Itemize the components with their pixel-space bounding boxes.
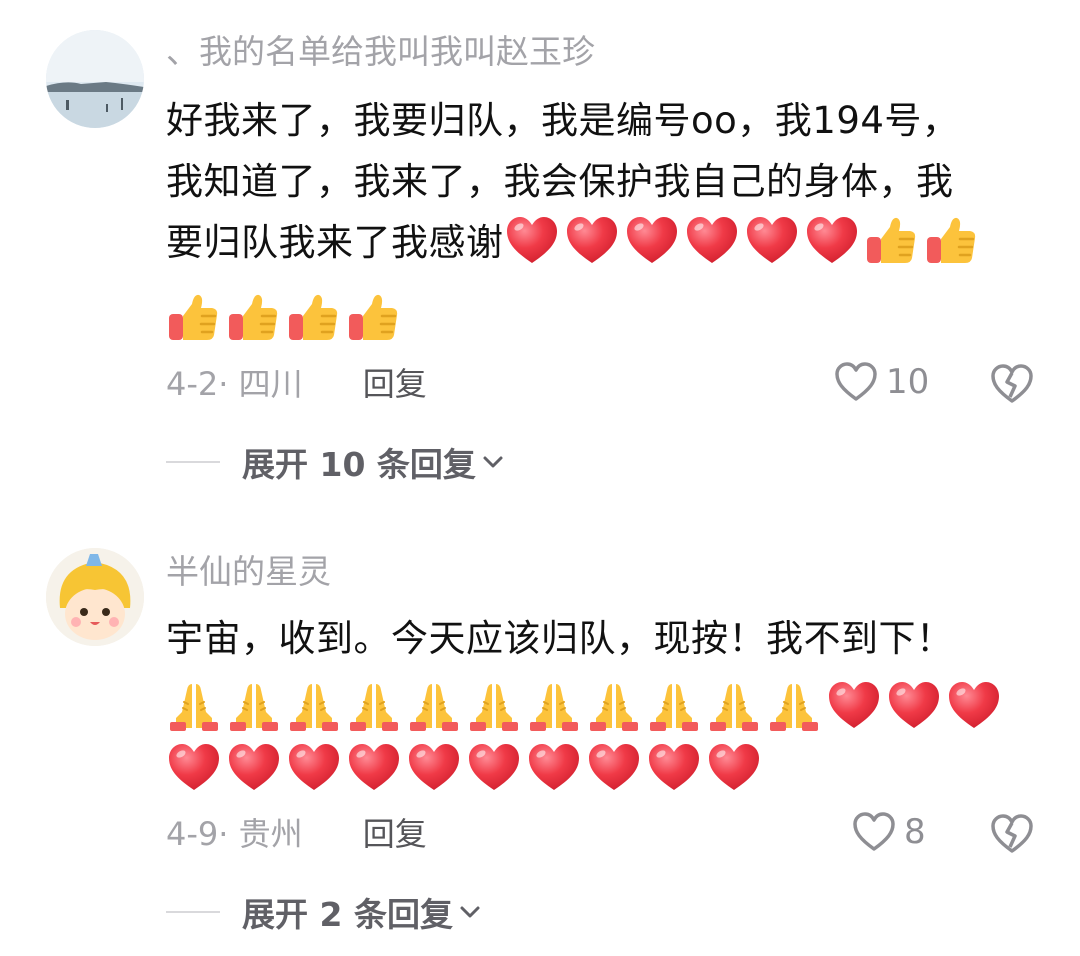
- heart-emoji-icon: [346, 740, 402, 796]
- heart-emoji-icon: [946, 678, 1002, 734]
- username[interactable]: 、我的名单给我叫我叫赵玉珍: [166, 32, 595, 72]
- chevron-down-icon: [460, 906, 480, 918]
- comment-date: 4-9: [166, 815, 219, 853]
- heart-emoji-icon: [684, 213, 740, 269]
- chevron-down-icon: [483, 456, 503, 468]
- user-avatar[interactable]: [46, 30, 144, 128]
- user-avatar[interactable]: [46, 548, 144, 646]
- reply-button[interactable]: 回复: [363, 365, 427, 403]
- inline-emoji-group: [504, 217, 984, 264]
- thumbs-up-emoji-icon: [226, 290, 282, 346]
- heart-emoji-icon: [526, 740, 582, 796]
- heart-emoji-icon: [504, 213, 560, 269]
- comment-text: 好我来了，我要归队，我是编号oo，我194号， 我知道了，我来了，我会保护我自己…: [166, 90, 1036, 273]
- meta-separator: ·: [218, 815, 239, 853]
- expand-replies-label: 展开 10 条回复: [242, 445, 476, 484]
- pray-emoji-icon: [226, 678, 282, 734]
- thumbs-up-emoji-icon: [166, 290, 222, 346]
- comment-date: 4-2: [166, 365, 219, 403]
- dislike-button[interactable]: [990, 364, 1034, 406]
- comment-location: 四川: [238, 365, 303, 403]
- pray-emoji-icon: [526, 678, 582, 734]
- heart-emoji-icon: [886, 678, 942, 734]
- heart-emoji-icon: [166, 740, 222, 796]
- comment-location: 贵州: [238, 815, 303, 853]
- heart-emoji-icon: [646, 740, 702, 796]
- heart-emoji-icon: [624, 213, 680, 269]
- pray-emoji-icon: [706, 678, 762, 734]
- divider-line: [166, 911, 220, 913]
- pray-emoji-icon: [766, 678, 822, 734]
- heart-emoji-icon: [586, 740, 642, 796]
- divider-line: [166, 461, 220, 463]
- expand-replies-label: 展开 2 条回复: [242, 895, 453, 934]
- thumbs-up-emoji-icon: [924, 213, 980, 269]
- comment-meta: 4-9· 贵州 回复: [166, 814, 427, 854]
- like-button[interactable]: 8: [852, 812, 926, 852]
- like-count: 8: [904, 812, 926, 852]
- pray-emoji-icon: [646, 678, 702, 734]
- comment-meta: 4-2· 四川 回复: [166, 364, 427, 404]
- heart-emoji-icon: [744, 213, 800, 269]
- pray-emoji-icon: [346, 678, 402, 734]
- thumbs-up-emoji-icon: [864, 213, 920, 269]
- thumbs-up-emoji-icon: [286, 290, 342, 346]
- reply-button[interactable]: 回复: [363, 815, 427, 853]
- pray-emoji-icon: [286, 678, 342, 734]
- meta-separator: ·: [218, 365, 239, 403]
- heart-outline-icon: [835, 362, 877, 401]
- pray-emoji-icon: [466, 678, 522, 734]
- heart-emoji-icon: [406, 740, 462, 796]
- pray-emoji-icon: [166, 678, 222, 734]
- emoji-row: [166, 678, 1002, 738]
- heart-emoji-icon: [706, 740, 762, 796]
- heart-outline-icon: [853, 812, 895, 851]
- text-line: 宇宙，收到。今天应该归队，现按！我不到下！: [166, 617, 954, 660]
- heart-emoji-icon: [826, 678, 882, 734]
- heart-emoji-icon: [226, 740, 282, 796]
- heart-emoji-icon: [804, 213, 860, 269]
- thumbs-up-emoji-icon: [346, 290, 402, 346]
- pray-emoji-icon: [586, 678, 642, 734]
- text-line-with-emojis: 要归队我来了我感谢: [166, 212, 1036, 273]
- heart-emoji-icon: [286, 740, 342, 796]
- emoji-row: [166, 290, 402, 350]
- emoji-row: [166, 740, 762, 800]
- text-line: 好我来了，我要归队，我是编号oo，我194号，: [166, 99, 960, 142]
- text-line: 我知道了，我来了，我会保护我自己的身体，我: [166, 160, 954, 203]
- heart-emoji-icon: [466, 740, 522, 796]
- dislike-button[interactable]: [990, 814, 1034, 856]
- text-segment: 要归队我来了我感谢: [166, 221, 504, 264]
- like-button[interactable]: 10: [834, 362, 929, 402]
- pray-emoji-icon: [406, 678, 462, 734]
- comment-text: 宇宙，收到。今天应该归队，现按！我不到下！: [166, 608, 1036, 669]
- like-count: 10: [886, 362, 930, 402]
- expand-replies-button[interactable]: 展开 10 条回复: [166, 438, 504, 486]
- broken-heart-icon: [991, 364, 1033, 403]
- broken-heart-icon: [991, 814, 1033, 853]
- heart-emoji-icon: [564, 213, 620, 269]
- username[interactable]: 半仙的星灵: [166, 552, 331, 592]
- expand-replies-button[interactable]: 展开 2 条回复: [166, 888, 481, 936]
